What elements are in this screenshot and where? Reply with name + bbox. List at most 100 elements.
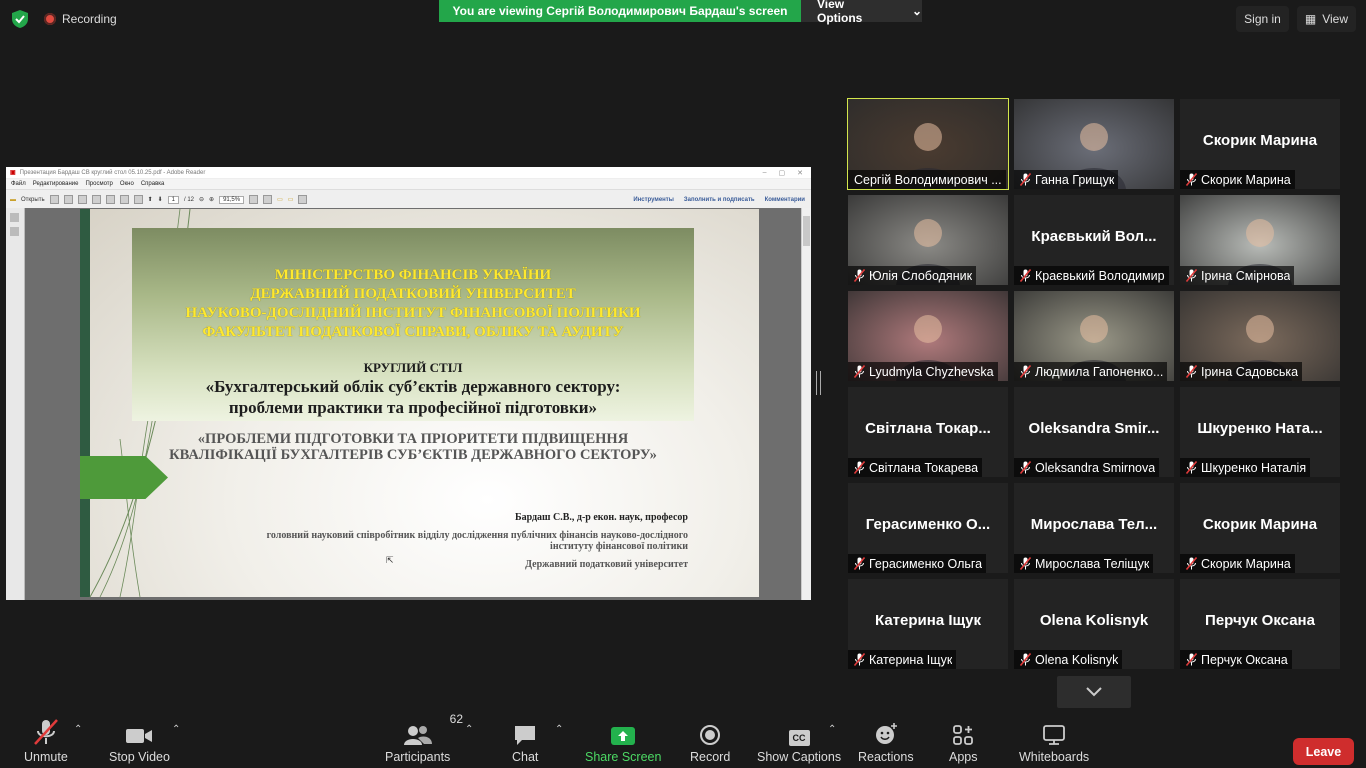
participant-tile[interactable]: Людмила Гапоненко... [1014, 291, 1174, 381]
menu-help[interactable]: Справка [141, 181, 165, 187]
participant-name: Перчук Оксана [1201, 652, 1288, 667]
participant-tile[interactable]: Краєвький Вол... Краєвький Володимир [1014, 195, 1174, 285]
participant-tile[interactable]: Сергій Володимирович ... [847, 98, 1009, 190]
audio-options-caret-icon[interactable]: ⌃ [74, 724, 82, 735]
leave-button[interactable]: Leave [1293, 738, 1354, 765]
edit-icon[interactable] [63, 195, 73, 204]
highlight-icon[interactable]: ▭ [288, 196, 294, 203]
share-screen-label: Share Screen [585, 750, 662, 764]
participant-tile[interactable]: Мирослава Тел... Мирослава Теліщук [1014, 483, 1174, 573]
participant-tile[interactable]: Olena Kolisnyk Olena Kolisnyk [1014, 579, 1174, 669]
reactions-button[interactable]: Reactions [858, 710, 914, 764]
participant-tile[interactable]: Юлія Слободяник [848, 195, 1008, 285]
menu-file[interactable]: Файл [11, 181, 26, 187]
video-options-caret-icon[interactable]: ⌃ [172, 724, 180, 735]
topic-line-2: проблеми практики та професійної підгото… [228, 398, 598, 417]
open-button[interactable]: Открыть [21, 197, 45, 203]
cloud-icon[interactable] [91, 195, 101, 204]
menu-view[interactable]: Просмотр [85, 181, 112, 187]
create-icon[interactable] [49, 195, 59, 204]
participants-options-caret-icon[interactable]: ⌃ [465, 724, 473, 735]
participant-tile[interactable]: Світлана Токар... Світлана Токарева [848, 387, 1008, 477]
participant-tile[interactable]: Ірина Смірнова [1180, 195, 1340, 285]
fit-width-icon[interactable] [249, 195, 259, 204]
participant-display-name: Герасименко О... [865, 516, 991, 533]
view-options-button[interactable]: View Options ⌄ [801, 0, 922, 25]
fit-page-icon[interactable] [263, 195, 273, 204]
page-down-icon[interactable]: ⬇ [158, 196, 163, 203]
menu-edit[interactable]: Редактирование [33, 181, 79, 187]
muted-microphone-icon [1186, 461, 1197, 474]
unmute-button[interactable]: Unmute [24, 710, 68, 764]
zoom-out-icon[interactable]: ⊖ [199, 196, 204, 203]
view-options-label: View Options [817, 0, 863, 25]
participants-button[interactable]: 62 Participants [385, 710, 463, 764]
captions-cc-icon: CC [788, 730, 810, 746]
participant-tile[interactable]: Скорик Марина Скорик Марина [1180, 483, 1340, 573]
zoom-select[interactable]: 91,5% [219, 195, 245, 204]
record-button[interactable]: Record [690, 710, 730, 764]
participant-name: Краєвький Володимир [1035, 268, 1165, 283]
tools-link[interactable]: Инструменты [633, 197, 674, 203]
participant-name: Olena Kolisnyk [1035, 652, 1119, 667]
participant-tile[interactable]: Lyudmyla Chyzhevska [848, 291, 1008, 381]
participant-name: Герасименко Ольга [869, 556, 983, 571]
show-captions-button[interactable]: CC Show Captions [757, 710, 841, 764]
fill-sign-link[interactable]: Заполнить и подписать [684, 197, 755, 203]
share-screen-button[interactable]: Share Screen [585, 710, 661, 764]
participant-tile[interactable]: Катерина Іщук Катерина Іщук [848, 579, 1008, 669]
sign-in-button[interactable]: Sign in [1236, 6, 1289, 32]
reader-scrollbar[interactable] [801, 208, 811, 600]
print-icon[interactable] [119, 195, 129, 204]
maximize-icon[interactable]: ▢ [779, 169, 786, 177]
email-icon[interactable] [133, 195, 143, 204]
participant-name-label: Людмила Гапоненко... [1014, 362, 1168, 381]
expand-icon[interactable] [298, 195, 308, 204]
minimize-icon[interactable]: – [763, 169, 767, 177]
open-folder-icon[interactable]: ▬ [10, 197, 16, 203]
participant-tile[interactable]: Oleksandra Smir... Oleksandra Smirnova [1014, 387, 1174, 477]
captions-options-caret-icon[interactable]: ⌃ [828, 724, 836, 735]
participant-name: Сергій Володимирович ... [854, 172, 1002, 187]
participant-tile[interactable]: Ганна Грищук [1014, 99, 1174, 189]
gallery-next-page-button[interactable] [1057, 676, 1131, 708]
menu-window[interactable]: Окно [120, 181, 134, 187]
whiteboards-button[interactable]: Whiteboards [1019, 710, 1089, 764]
attachments-icon[interactable] [10, 227, 19, 236]
zoom-in-icon[interactable]: ⊕ [209, 196, 214, 203]
participant-tile[interactable]: Герасименко О... Герасименко Ольга [848, 483, 1008, 573]
chat-button[interactable]: Chat [512, 710, 538, 764]
whiteboard-icon [1043, 725, 1065, 745]
participant-name-label: Lyudmyla Chyzhevska [848, 362, 998, 381]
comment-icon[interactable]: ▭ [277, 196, 283, 203]
security-shield-icon[interactable] [12, 10, 28, 28]
participant-name: Ірина Смірнова [1201, 268, 1291, 283]
page-number-input[interactable]: 1 [167, 195, 179, 204]
shared-screen[interactable]: ▣ Презентация Бардаш СВ круглий стол 05.… [6, 167, 811, 600]
apps-button[interactable]: Apps [949, 710, 978, 764]
chat-options-caret-icon[interactable]: ⌃ [555, 724, 563, 735]
participant-display-name: Катерина Іщук [875, 612, 981, 629]
participant-tile[interactable]: Ірина Садовська [1180, 291, 1340, 381]
heading-line-3: НАУКОВО-ДОСЛІДНИЙ ІНСТИТУТ ФІНАНСОВОЇ ПО… [185, 305, 641, 321]
participant-tile[interactable]: Перчук Оксана Перчук Оксана [1180, 579, 1340, 669]
page-up-icon[interactable]: ⬆ [148, 196, 153, 203]
view-button[interactable]: ▦ View [1296, 6, 1356, 32]
chevron-down-icon [1086, 687, 1102, 697]
participant-name-label: Перчук Оксана [1180, 650, 1292, 669]
stop-video-button[interactable]: Stop Video [109, 710, 170, 764]
panel-resize-handle[interactable] [816, 371, 821, 395]
sign-icon[interactable] [77, 195, 87, 204]
recording-indicator[interactable]: Recording [44, 12, 117, 26]
participant-tile[interactable]: Шкуренко Ната... Шкуренко Наталія [1180, 387, 1340, 477]
scrollbar-thumb[interactable] [803, 216, 810, 246]
participant-tile[interactable]: Скорик Марина Скорик Марина [1180, 99, 1340, 189]
participant-display-name: Скорик Марина [1202, 516, 1318, 533]
comments-link[interactable]: Комментарии [765, 197, 805, 203]
close-icon[interactable]: ✕ [797, 169, 803, 177]
participants-count: 62 [449, 712, 464, 726]
recording-label: Recording [62, 12, 117, 26]
pages-panel-icon[interactable] [10, 213, 19, 222]
muted-microphone-icon [1186, 173, 1197, 186]
save-icon[interactable] [105, 195, 115, 204]
